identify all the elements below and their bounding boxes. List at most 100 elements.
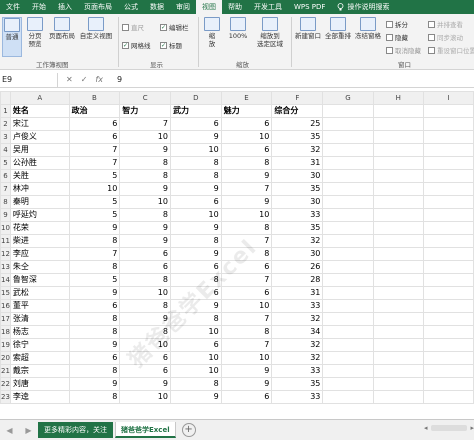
side-by-side-button[interactable]: 并排查看 [428,19,463,29]
cell[interactable]: 9 [169,390,222,404]
cell[interactable]: 9 [68,377,121,391]
cell[interactable] [322,195,374,209]
cell[interactable]: 9 [169,130,222,144]
cell[interactable] [322,364,374,378]
cell[interactable]: 7 [68,247,121,261]
menu-item[interactable]: WPS PDF [288,0,331,14]
cell[interactable] [372,273,424,287]
cell[interactable] [322,299,374,313]
sheet-tab-promo[interactable]: 更多精彩内容，关注 [38,422,113,438]
cell[interactable]: 35 [271,377,324,391]
cell[interactable]: 8 [220,325,273,339]
reset-position-button[interactable]: 重设窗口位置 [428,45,474,55]
cell[interactable]: 宋江 [9,117,70,131]
cell[interactable] [372,169,424,183]
row-number[interactable]: 12 [0,247,11,261]
cell[interactable]: 10 [220,299,273,313]
cell[interactable]: 10 [169,208,222,222]
cell[interactable] [372,143,424,157]
cell[interactable] [422,351,474,365]
ruler-checkbox[interactable]: 直尺 [122,22,144,32]
cell[interactable]: 10 [68,182,121,196]
cell[interactable] [422,182,474,196]
cell[interactable]: 5 [68,169,121,183]
cell[interactable]: 8 [169,273,222,287]
cell[interactable] [372,338,424,352]
cell[interactable]: 9 [119,182,171,196]
headings-checkbox[interactable]: ✓ 标题 [160,40,182,50]
cell[interactable]: 8 [169,169,222,183]
formula-input[interactable]: 9 [111,75,122,84]
cell[interactable] [372,117,424,131]
cell[interactable]: 姓名 [9,104,70,118]
cell[interactable] [372,247,424,261]
cell[interactable]: 综合分 [271,104,324,118]
cell[interactable] [372,104,424,118]
cell[interactable]: 卢俊义 [9,130,70,144]
cell[interactable]: 刘唐 [9,377,70,391]
cell[interactable] [372,182,424,196]
cell[interactable]: 6 [220,260,273,274]
next-sheet-icon[interactable]: ▶ [25,426,31,435]
cell[interactable]: 6 [68,351,121,365]
cell[interactable]: 武力 [169,104,222,118]
cell[interactable]: 呼延灼 [9,208,70,222]
cell[interactable] [372,234,424,248]
menu-item[interactable]: 文件 [0,0,26,14]
cell[interactable]: 8 [119,273,171,287]
cell[interactable]: 31 [271,156,324,170]
cell[interactable]: 33 [271,364,324,378]
cell[interactable]: 10 [220,130,273,144]
horizontal-scrollbar[interactable]: ◂ ▸ [424,423,474,433]
unhide-button[interactable]: 取消隐藏 [386,45,421,55]
cell[interactable]: 10 [119,390,171,404]
normal-view-button[interactable]: 普通 [2,17,22,57]
zoom-100-button[interactable]: 100% [226,17,250,57]
menu-item[interactable]: 公式 [118,0,144,14]
cell[interactable]: 6 [169,286,222,300]
cell[interactable] [422,377,474,391]
cell[interactable]: 30 [271,195,324,209]
cell[interactable]: 张清 [9,312,70,326]
cell[interactable]: 10 [119,195,171,209]
cell[interactable] [322,234,374,248]
cell[interactable]: 8 [119,169,171,183]
cell[interactable] [422,117,474,131]
cell[interactable]: 9 [119,312,171,326]
cell[interactable]: 8 [68,325,121,339]
cell[interactable]: 政治 [68,104,121,118]
custom-view-button[interactable]: 自定义视图 [78,17,114,57]
row-number[interactable]: 6 [0,169,11,183]
cell[interactable] [422,325,474,339]
formula-bar-checkbox[interactable]: ✓ 编辑栏 [160,22,189,32]
gridlines-checkbox[interactable]: ✓ 网格线 [122,40,151,50]
cell[interactable] [422,104,474,118]
cell[interactable]: 6 [68,299,121,313]
cell[interactable]: 6 [68,130,121,144]
cell[interactable]: 7 [220,312,273,326]
cell[interactable] [322,390,374,404]
cell[interactable]: 32 [271,351,324,365]
split-button[interactable]: 拆分 [386,19,408,29]
cell[interactable] [372,130,424,144]
new-window-button[interactable]: 新建窗口 [294,17,322,57]
cell[interactable]: 智力 [119,104,171,118]
column-header[interactable]: E [220,91,273,105]
cell[interactable] [372,377,424,391]
row-number[interactable]: 4 [0,143,11,157]
row-number[interactable]: 13 [0,260,11,274]
row-number[interactable]: 3 [0,130,11,144]
row-number[interactable]: 15 [0,286,11,300]
cell[interactable] [422,299,474,313]
menu-item[interactable]: 帮助 [222,0,248,14]
cell[interactable] [422,208,474,222]
menu-item[interactable]: 页面布局 [78,0,118,14]
cell[interactable]: 9 [220,195,273,209]
cell[interactable] [322,338,374,352]
sync-scroll-button[interactable]: 同步滚动 [428,32,463,42]
cell[interactable]: 6 [169,260,222,274]
column-header[interactable]: D [169,91,222,105]
cell[interactable]: 7 [220,338,273,352]
cell[interactable]: 7 [119,117,171,131]
cell[interactable]: 10 [169,364,222,378]
